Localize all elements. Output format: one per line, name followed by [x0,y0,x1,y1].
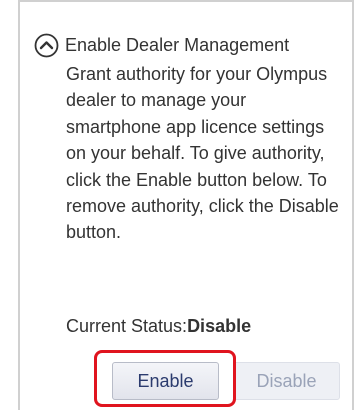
chevron-up-circle-icon[interactable] [34,33,59,58]
section-title: Enable Dealer Management [65,34,290,55]
section-toggle-header[interactable]: Enable Dealer Management [34,31,289,59]
panel-left-border [18,0,20,410]
current-status: Current Status:Disable [66,316,251,337]
status-value: Disable [187,316,252,336]
enable-button[interactable]: Enable [112,362,219,400]
dealer-management-panel: Enable Dealer Management Grant authority… [0,0,354,410]
disable-button: Disable [233,362,340,400]
section-description: Grant authority for your Olympus dealer … [66,64,339,243]
panel-top-border [18,0,354,2]
status-label: Current Status: [66,316,188,336]
